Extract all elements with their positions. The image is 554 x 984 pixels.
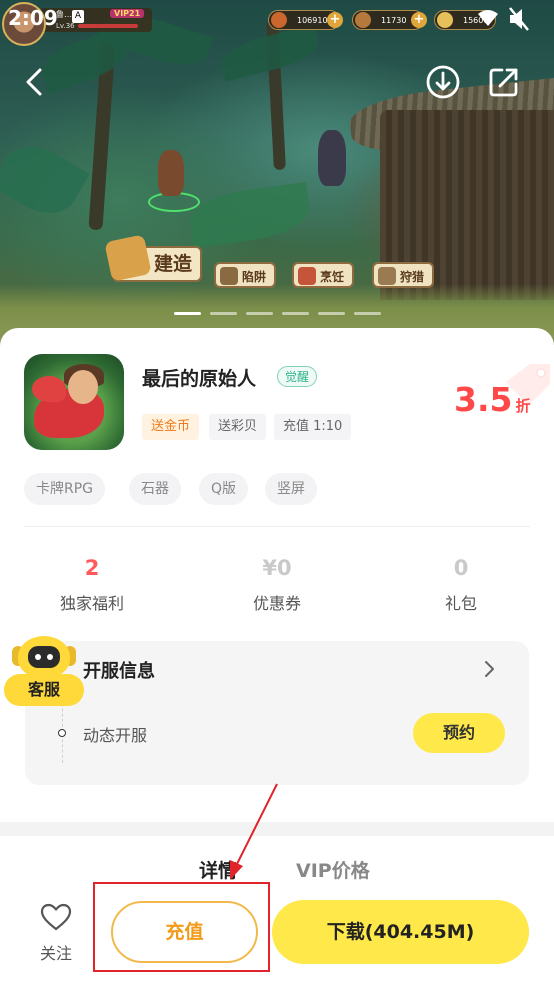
add-resource-button[interactable]: + <box>411 12 427 28</box>
resource-value: 106910 <box>297 16 328 25</box>
spear-icon <box>378 267 396 285</box>
build-skill-button: 建造 <box>104 234 203 282</box>
stat-label: 独家福利 <box>59 594 124 613</box>
carousel-dot[interactable] <box>209 312 237 315</box>
share-icon <box>489 68 518 97</box>
discount-unit: 折 <box>515 397 531 415</box>
customer-service-label: 客服 <box>4 674 84 706</box>
share-button[interactable] <box>484 62 524 102</box>
genre-tag[interactable]: 卡牌RPG <box>24 473 106 505</box>
discount: 3.5 折 <box>454 380 530 419</box>
game-screenshot-banner[interactable]: 鲁…人 VIP21 Lv.36 2:09 A 106910 + 11730 + … <box>0 0 554 345</box>
stat-value: 0 <box>453 556 469 580</box>
stat-gift-packs[interactable]: 0 礼包 <box>391 556 531 614</box>
trap-skill-button: 陷阱 <box>214 262 277 288</box>
skill-label: 陷阱 <box>242 270 267 284</box>
resource-value: 11730 <box>381 16 407 25</box>
status-tag: 觉醒 <box>277 366 318 387</box>
caveman-character <box>158 150 184 196</box>
robot-eye <box>47 654 53 660</box>
genre-tag[interactable]: 石器 <box>129 473 181 505</box>
skill-label: 狩猎 <box>400 270 425 284</box>
heart-icon <box>40 903 72 931</box>
stat-label: 优惠券 <box>252 594 301 613</box>
cook-skill-button: 烹饪 <box>292 262 355 288</box>
resource-meat: 106910 + <box>268 10 343 30</box>
enemy-character <box>318 130 346 186</box>
robot-eye <box>35 654 41 660</box>
wifi-icon <box>478 10 498 26</box>
skill-label: 烹饪 <box>320 270 345 284</box>
robot-visor <box>28 646 60 668</box>
carousel-dot[interactable] <box>353 312 381 315</box>
download-shortcut-button[interactable] <box>423 62 463 102</box>
hammer-icon <box>104 234 152 282</box>
stat-value: 2 <box>84 556 100 580</box>
hunt-skill-button: 狩猎 <box>372 262 435 288</box>
genre-tag[interactable]: 竖屏 <box>265 473 317 505</box>
trap-icon <box>220 267 238 285</box>
annotation-highlight-box <box>93 882 270 972</box>
chevron-right-icon <box>485 661 494 677</box>
follow-label: 关注 <box>39 944 72 963</box>
app-icon <box>24 354 124 450</box>
server-open-item: 动态开服 <box>83 726 148 745</box>
shell-icon <box>437 12 453 28</box>
dino-head-shape <box>32 376 66 402</box>
carousel-dot[interactable] <box>245 312 273 315</box>
skill-label: 建造 <box>154 253 193 275</box>
tab-vip-price[interactable]: VIP价格 <box>296 856 370 883</box>
meat-icon <box>271 12 287 28</box>
follow-button[interactable]: 关注 <box>30 902 82 964</box>
carousel-dot[interactable] <box>317 312 345 315</box>
carousel-dot[interactable] <box>281 312 309 315</box>
perk-tag: 送金币 <box>142 414 200 440</box>
reserve-button[interactable]: 预约 <box>413 713 505 753</box>
app-info-card: 最后的原始人 觉醒 送金币 送彩贝 充值 1:10 3.5 折 卡牌RPG 石器 … <box>0 328 554 822</box>
carousel-indicator <box>0 312 554 315</box>
bottom-bar: 详情 VIP价格 关注 充值 下载(404.45M) <box>0 836 554 984</box>
download-button[interactable]: 下载(404.45M) <box>272 900 529 964</box>
stat-exclusive-welfare[interactable]: 2 独家福利 <box>22 556 162 614</box>
back-arrow-icon <box>26 68 42 96</box>
leaf <box>187 181 313 249</box>
perk-tag: 充值 1:10 <box>274 414 352 440</box>
stat-coupons[interactable]: ¥0 优惠券 <box>207 556 347 614</box>
vip-badge: VIP21 <box>110 9 145 18</box>
tab-details[interactable]: 详情 <box>199 856 237 883</box>
server-info-title: 开服信息 <box>83 661 155 682</box>
customer-service-button[interactable]: 客服 <box>2 632 84 708</box>
stat-label: 礼包 <box>444 594 477 613</box>
divider <box>24 526 530 527</box>
notification-a-icon: A <box>72 10 84 23</box>
app-name: 最后的原始人 <box>142 368 257 390</box>
mute-icon <box>509 7 529 31</box>
girl-face-shape <box>68 370 98 404</box>
player-level: Lv.36 <box>56 22 75 30</box>
back-button[interactable] <box>14 62 54 102</box>
timeline-dot <box>58 729 66 737</box>
perk-tag: 送彩贝 <box>209 414 267 440</box>
add-resource-button[interactable]: + <box>327 12 343 28</box>
carousel-dot[interactable] <box>173 312 201 315</box>
status-time: 2:09 <box>8 6 58 30</box>
download-icon <box>426 65 460 99</box>
leaf <box>0 134 90 226</box>
server-info-panel[interactable]: 开服信息 动态开服 预约 <box>25 641 529 785</box>
stat-value: ¥0 <box>262 556 292 580</box>
resource-wood: 11730 + <box>352 10 427 30</box>
cook-icon <box>298 267 316 285</box>
genre-tag[interactable]: Q版 <box>199 473 249 505</box>
hp-bar <box>78 24 138 28</box>
wood-icon <box>355 12 371 28</box>
discount-value: 3.5 <box>454 380 513 419</box>
